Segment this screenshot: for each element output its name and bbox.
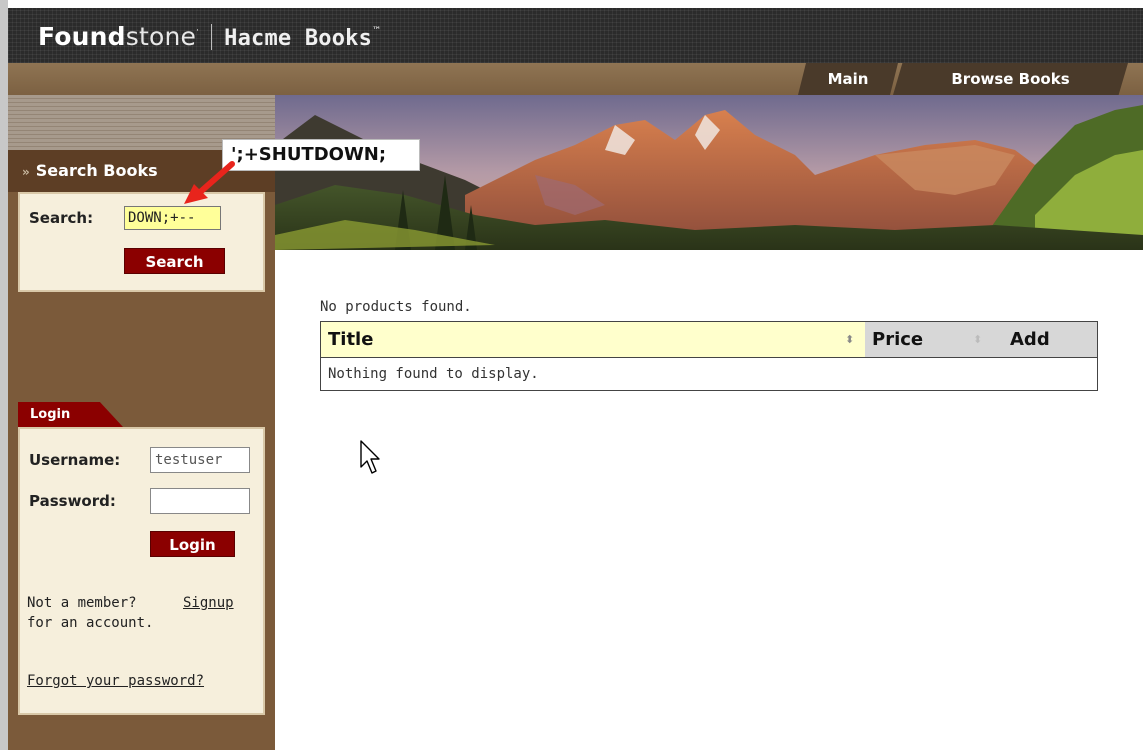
injection-callout: ';+SHUTDOWN; [222,139,420,171]
forgot-password-link[interactable]: Forgot your password? [27,673,204,689]
no-products-message: No products found. [320,299,472,315]
login-button[interactable]: Login [150,531,235,557]
column-header-add: Add [987,322,1097,358]
banner-landscape-svg [275,95,1143,250]
column-header-title-label: Title [328,329,374,350]
search-label: Search: [29,209,94,227]
sort-arrows-icon[interactable]: ⬍ [845,322,854,358]
empty-table-message: Nothing found to display. [328,366,539,382]
column-header-add-label: Add [1010,329,1050,350]
mountain-banner-image [275,95,1143,250]
login-panel: Username: Password: Login Not a member? … [18,427,265,715]
not-member-text: Not a member? [27,595,137,611]
username-label: Username: [29,451,121,469]
nav-tab-browse-books[interactable]: Browse Books [893,63,1128,95]
search-input[interactable] [124,206,221,230]
mouse-cursor-icon [360,440,380,474]
brand-bold: Found [38,22,126,51]
password-input[interactable] [150,488,250,514]
column-header-price[interactable]: Price ⬍ [865,322,987,358]
search-panel: Search: Search [18,192,265,292]
results-table: Title ⬍ Price ⬍ Add Nothing found to dis… [320,321,1098,391]
signup-link[interactable]: Signup [183,595,234,611]
column-header-price-label: Price [872,329,924,350]
window-frame [0,0,8,750]
password-label: Password: [29,492,116,510]
search-button[interactable]: Search [124,248,225,274]
app-name: Hacme Books [224,26,373,51]
chevron-double-right-icon: » [22,165,30,179]
login-tab: Login [18,402,123,427]
nav-bar: Main Browse Books [8,63,1143,95]
username-input[interactable] [150,447,250,473]
sort-arrows-icon[interactable]: ⬍ [973,322,982,358]
site-header: Foundstone· Hacme Books™ [8,8,1143,63]
search-books-title: Search Books [35,161,158,180]
brand-logo[interactable]: Foundstone· Hacme Books™ [38,22,381,51]
brand-rest: stone [125,22,197,51]
for-account-text: for an account. [27,615,154,631]
nav-tab-main[interactable]: Main [798,63,898,95]
app-trademark: ™ [372,26,382,36]
red-arrow-icon [184,161,235,204]
brand-divider [211,24,213,50]
brand-mark: · [196,26,200,36]
column-header-title[interactable]: Title ⬍ [321,322,865,358]
